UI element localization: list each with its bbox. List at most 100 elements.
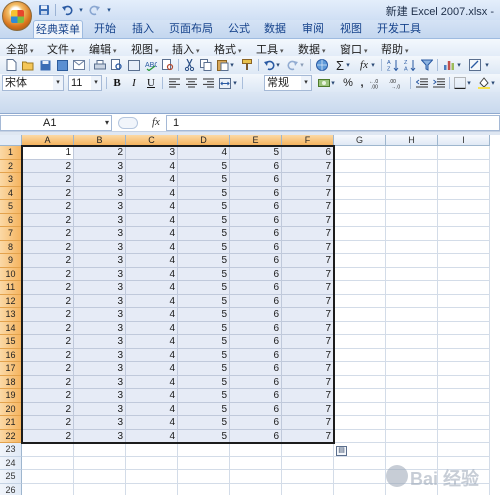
cell-e11[interactable]: 6 [230, 281, 282, 295]
cell-a22[interactable]: 2 [22, 429, 74, 443]
cell-g11[interactable] [334, 281, 386, 295]
cell-f18[interactable]: 7 [282, 375, 334, 389]
cell-g19[interactable] [334, 389, 386, 403]
print-icon[interactable] [92, 57, 108, 73]
cell-g3[interactable] [334, 173, 386, 187]
cell-e25[interactable] [230, 470, 282, 484]
cell-c9[interactable]: 4 [126, 254, 178, 268]
cell-e20[interactable]: 6 [230, 402, 282, 416]
cell-e3[interactable]: 6 [230, 173, 282, 187]
cell-a14[interactable]: 2 [22, 321, 74, 335]
font-size-select[interactable]: 11 ▾ [68, 75, 102, 91]
cell-e7[interactable]: 6 [230, 227, 282, 241]
cell-f26[interactable] [282, 483, 334, 495]
cell-g5[interactable] [334, 200, 386, 214]
cell-b12[interactable]: 3 [74, 294, 126, 308]
cell-h4[interactable] [386, 186, 438, 200]
cell-f25[interactable] [282, 470, 334, 484]
font-name-select[interactable]: 宋体 ▾ [2, 75, 64, 91]
cell-c2[interactable]: 4 [126, 159, 178, 173]
cell-h12[interactable] [386, 294, 438, 308]
row-header-16[interactable]: 16 [0, 348, 22, 362]
research-icon[interactable] [160, 57, 176, 73]
cell-b2[interactable]: 3 [74, 159, 126, 173]
row-header-19[interactable]: 19 [0, 389, 22, 403]
cell-a4[interactable]: 2 [22, 186, 74, 200]
cell-f14[interactable]: 7 [282, 321, 334, 335]
cell-d15[interactable]: 5 [178, 335, 230, 349]
cell-g22[interactable] [334, 429, 386, 443]
cell-c17[interactable]: 4 [126, 362, 178, 376]
cell-i18[interactable] [438, 375, 490, 389]
cell-a11[interactable]: 2 [22, 281, 74, 295]
filter-icon[interactable] [419, 57, 435, 73]
cell-f17[interactable]: 7 [282, 362, 334, 376]
row-header-14[interactable]: 14 [0, 321, 22, 335]
tab-page-layout[interactable]: 页面布局 [164, 20, 218, 38]
menu-format[interactable]: 格式 ▾ [214, 41, 242, 56]
cell-g14[interactable] [334, 321, 386, 335]
cell-c22[interactable]: 4 [126, 429, 178, 443]
tab-developer[interactable]: 开发工具 [374, 20, 424, 38]
cell-b1[interactable]: 2 [74, 146, 126, 160]
formula-input[interactable]: 1 [166, 115, 500, 131]
tab-home[interactable]: 开始 [88, 20, 122, 38]
cell-f2[interactable]: 7 [282, 159, 334, 173]
increase-decimal-icon[interactable]: ←.0.00 [368, 75, 386, 91]
column-header-f[interactable]: F [282, 135, 334, 146]
cell-c13[interactable]: 4 [126, 308, 178, 322]
row-header-1[interactable]: 1 [0, 146, 22, 160]
tab-classic-menu[interactable]: 经典菜单 [33, 20, 83, 38]
cell-b18[interactable]: 3 [74, 375, 126, 389]
cell-a25[interactable] [22, 470, 74, 484]
menu-edit[interactable]: 编辑 ▾ [89, 41, 117, 56]
cell-i7[interactable] [438, 227, 490, 241]
cell-i10[interactable] [438, 267, 490, 281]
cell-i3[interactable] [438, 173, 490, 187]
cell-i2[interactable] [438, 159, 490, 173]
cell-a3[interactable]: 2 [22, 173, 74, 187]
cell-h13[interactable] [386, 308, 438, 322]
permission-icon[interactable] [54, 57, 70, 73]
cell-i11[interactable] [438, 281, 490, 295]
fill-color-dropdown-icon[interactable]: ▾ [489, 75, 497, 91]
cell-g18[interactable] [334, 375, 386, 389]
row-header-15[interactable]: 15 [0, 335, 22, 349]
cell-b6[interactable]: 3 [74, 213, 126, 227]
cell-b26[interactable] [74, 483, 126, 495]
cell-f13[interactable]: 7 [282, 308, 334, 322]
redo-icon[interactable] [87, 2, 103, 18]
cell-f1[interactable]: 6 [282, 146, 334, 160]
cell-a1[interactable]: 1 [22, 146, 74, 160]
spelling-icon[interactable]: ABC [143, 57, 159, 73]
cell-d6[interactable]: 5 [178, 213, 230, 227]
copy-icon[interactable] [198, 57, 214, 73]
formula-bar-resize-handle[interactable] [118, 117, 138, 129]
cell-f21[interactable]: 7 [282, 416, 334, 430]
function-dropdown-icon[interactable]: ▾ [369, 57, 377, 73]
cell-c14[interactable]: 4 [126, 321, 178, 335]
cell-e2[interactable]: 6 [230, 159, 282, 173]
cell-d22[interactable]: 5 [178, 429, 230, 443]
cell-f19[interactable]: 7 [282, 389, 334, 403]
cell-a6[interactable]: 2 [22, 213, 74, 227]
row-header-26[interactable]: 26 [0, 483, 22, 495]
cell-i17[interactable] [438, 362, 490, 376]
cell-i1[interactable] [438, 146, 490, 160]
row-header-5[interactable]: 5 [0, 200, 22, 214]
column-header-d[interactable]: D [178, 135, 230, 146]
bold-button[interactable]: B [109, 75, 125, 91]
menu-data[interactable]: 数据 ▾ [298, 41, 326, 56]
cell-i16[interactable] [438, 348, 490, 362]
cell-b11[interactable]: 3 [74, 281, 126, 295]
italic-button[interactable]: I [126, 75, 142, 91]
cell-g15[interactable] [334, 335, 386, 349]
hyperlink-icon[interactable] [314, 57, 330, 73]
row-header-7[interactable]: 7 [0, 227, 22, 241]
cell-d19[interactable]: 5 [178, 389, 230, 403]
cell-c19[interactable]: 4 [126, 389, 178, 403]
cell-c21[interactable]: 4 [126, 416, 178, 430]
align-center-icon[interactable] [183, 75, 199, 91]
cell-h8[interactable] [386, 240, 438, 254]
align-left-icon[interactable] [166, 75, 182, 91]
